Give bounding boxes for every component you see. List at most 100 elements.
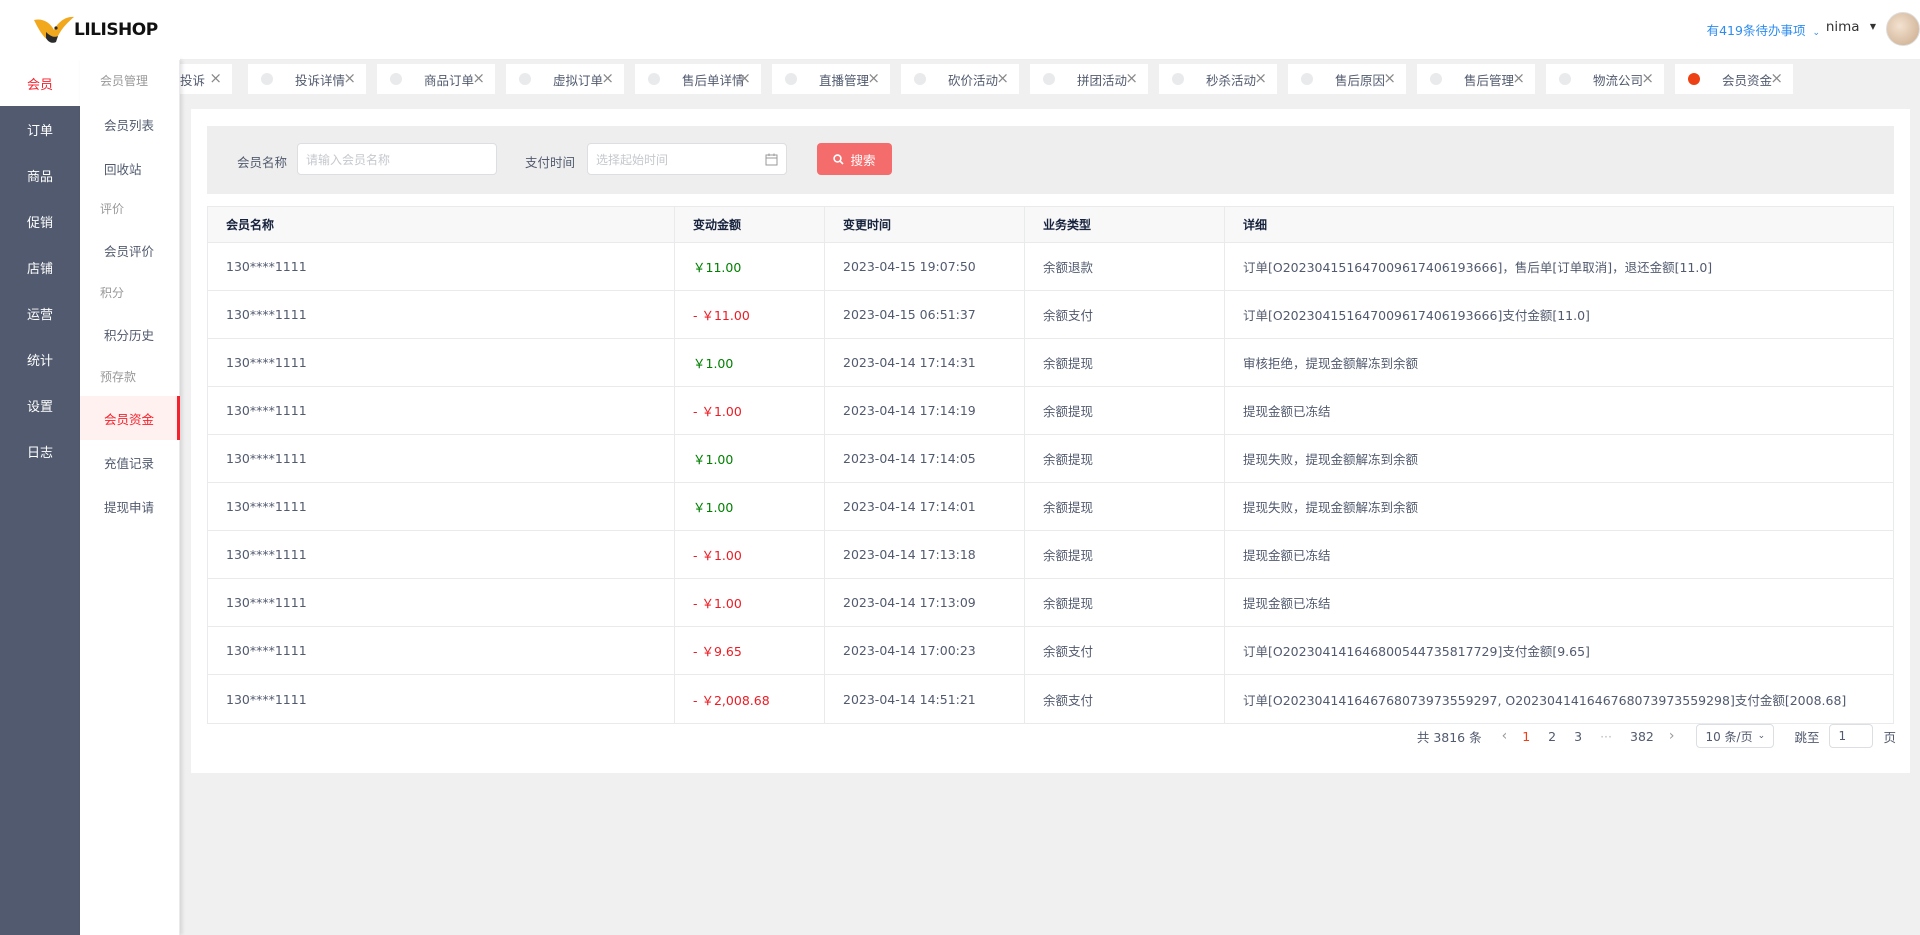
next-page-icon[interactable]: ›	[1669, 728, 1675, 744]
tab-label: 秒杀活动	[1206, 72, 1257, 88]
user-menu[interactable]: nima ▼	[1826, 19, 1876, 35]
amount-value: - ￥9.65	[693, 644, 742, 659]
cell-amount: ￥11.00	[675, 243, 825, 290]
search-button[interactable]: 搜索	[817, 143, 892, 175]
tab-live-management[interactable]: 直播管理 ×	[772, 64, 890, 94]
close-icon[interactable]: ×	[601, 70, 614, 86]
tab-aftersale-management[interactable]: 售后管理 ×	[1417, 64, 1535, 94]
cell-type: 余额提现	[1025, 531, 1225, 578]
tab-label: 砍价活动	[948, 72, 999, 88]
cell-type: 余额提现	[1025, 435, 1225, 482]
close-icon[interactable]: ×	[1512, 70, 1525, 86]
nav-item-statistics[interactable]: 统计	[0, 336, 80, 382]
cell-member: 130****1111	[208, 243, 675, 290]
cell-detail: 提现失败，提现金额解冻到余额	[1243, 500, 1419, 515]
column-header-time: 变更时间	[825, 207, 1025, 242]
cell-amount: - ￥1.00	[675, 531, 825, 578]
pagination: 共 3816 条 ‹ 1 2 3 ··· 382 › 10 条/页 ⌄ 跳至 1…	[1417, 724, 1896, 748]
table-row: 130****1111 - ￥11.00 2023-04-15 06:51:37 余额…	[208, 291, 1893, 339]
close-icon[interactable]: ×	[209, 70, 222, 86]
logo-text: LILISHOP	[74, 20, 158, 40]
submenu-item-points-history[interactable]: 积分历史	[80, 312, 180, 356]
tab-aftersale-detail[interactable]: 售后单详情 ×	[635, 64, 761, 94]
close-icon[interactable]: ×	[1770, 70, 1783, 86]
nav-item-goods[interactable]: 商品	[0, 152, 80, 198]
tab-member-funds[interactable]: 会员资金 ×	[1675, 64, 1793, 94]
bird-logo-icon	[34, 16, 74, 43]
tab-status-dot	[914, 73, 926, 85]
cell-type: 余额支付	[1025, 627, 1225, 674]
table-header: 会员名称 变动金额 变更时间 业务类型 详细	[208, 207, 1893, 243]
submenu-item-member-funds[interactable]: 会员资金	[80, 396, 180, 440]
page-item-3[interactable]: 3	[1574, 729, 1582, 744]
tab-label: 物流公司	[1593, 72, 1644, 88]
pay-time-picker[interactable]: 选择起始时间	[587, 143, 787, 175]
prev-page-icon[interactable]: ‹	[1502, 728, 1508, 744]
close-icon[interactable]: ×	[1125, 70, 1138, 86]
table-row: 130****1111 - ￥2,008.68 2023-04-14 14:51:2…	[208, 675, 1893, 723]
todo-link[interactable]: 有419条待办事项 ⌄	[1707, 20, 1820, 39]
cell-detail: 订单[O202304141646768073973559297, O202304…	[1243, 692, 1847, 708]
page-size-select[interactable]: 10 条/页 ⌄	[1696, 724, 1775, 748]
cell-amount: - ￥2,008.68	[675, 675, 825, 723]
table-row: 130****1111 ￥1.00 2023-04-14 17:14:05 余额提现 提…	[208, 435, 1893, 483]
close-icon[interactable]: ×	[867, 70, 880, 86]
page-item-2[interactable]: 2	[1548, 729, 1556, 744]
tab-goods-order[interactable]: 商品订单 ×	[377, 64, 495, 94]
tab-status-dot	[648, 73, 660, 85]
close-icon[interactable]: ×	[738, 70, 751, 86]
close-icon[interactable]: ×	[996, 70, 1009, 86]
nav-item-operation[interactable]: 运营	[0, 290, 80, 336]
submenu-item-member-list[interactable]: 会员列表	[80, 102, 180, 146]
tab-group-activity[interactable]: 拼团活动 ×	[1030, 64, 1148, 94]
tab-seckill-activity[interactable]: 秒杀活动 ×	[1159, 64, 1277, 94]
tab-label: 投诉详情	[295, 72, 346, 88]
tab-virtual-order[interactable]: 虚拟订单 ×	[506, 64, 624, 94]
close-icon[interactable]: ×	[1383, 70, 1396, 86]
cell-member: 130****1111	[208, 627, 675, 674]
chevron-down-icon: ⌄	[1757, 731, 1766, 741]
tab-bargain-activity[interactable]: 砍价活动 ×	[901, 64, 1019, 94]
tab-logistics-company[interactable]: 物流公司 ×	[1546, 64, 1664, 94]
nav-item-logs[interactable]: 日志	[0, 428, 80, 474]
cell-detail: 订单[O202304151647009617406193666]支付金额[11.…	[1243, 308, 1590, 323]
page-item-last[interactable]: 382	[1630, 729, 1654, 744]
table-row: 130****1111 ￥1.00 2023-04-14 17:14:31 余额提现 审…	[208, 339, 1893, 387]
avatar[interactable]	[1886, 12, 1920, 46]
tab-complaint[interactable]: 投诉 ×	[180, 64, 232, 94]
close-icon[interactable]: ×	[472, 70, 485, 86]
nav-item-order[interactable]: 订单	[0, 106, 80, 152]
page-ellipsis[interactable]: ···	[1600, 729, 1612, 744]
tab-status-dot	[1430, 73, 1442, 85]
tabs-bar: 投诉 × 投诉详情 × 商品订单 × 虚拟订单 × 售后单详情 × 直播管理 ×…	[180, 60, 1920, 100]
nav-item-member[interactable]: 会员	[0, 60, 80, 106]
submenu-item-member-review[interactable]: 会员评价	[80, 228, 180, 272]
caret-down-icon: ▼	[1869, 22, 1876, 31]
tab-label: 商品订单	[424, 72, 475, 88]
cell-amount: ￥1.00	[675, 339, 825, 386]
member-name-input[interactable]: 请输入会员名称	[297, 143, 497, 175]
close-icon[interactable]: ×	[343, 70, 356, 86]
logo[interactable]: LILISHOP	[0, 0, 180, 60]
total-count: 共 3816 条	[1416, 729, 1482, 745]
tab-label: 售后原因	[1335, 72, 1386, 88]
nav-item-promotion[interactable]: 促销	[0, 198, 80, 244]
tab-complaint-detail[interactable]: 投诉详情 ×	[248, 64, 366, 94]
cell-member: 130****1111	[208, 483, 675, 530]
tab-aftersale-reason[interactable]: 售后原因 ×	[1288, 64, 1406, 94]
cell-time: 2023-04-15 06:51:37	[825, 291, 1025, 338]
cell-detail: 提现失败，提现金额解冻到余额	[1243, 452, 1419, 467]
submenu-item-recycle-bin[interactable]: 回收站	[80, 146, 180, 190]
submenu-item-withdraw-apply[interactable]: 提现申请	[80, 484, 180, 528]
submenu-group-member-management: 会员管理	[100, 74, 149, 88]
page-item-1[interactable]: 1	[1522, 729, 1530, 744]
jump-page-value: 1	[1838, 729, 1847, 743]
submenu-item-recharge-records[interactable]: 充值记录	[80, 440, 180, 484]
close-icon[interactable]: ×	[1254, 70, 1267, 86]
nav-item-store[interactable]: 店铺	[0, 244, 80, 290]
cell-member: 130****1111	[208, 435, 675, 482]
submenu-group-deposit: 预存款	[100, 370, 137, 384]
jump-page-input[interactable]: 1	[1829, 724, 1874, 748]
nav-item-settings[interactable]: 设置	[0, 382, 80, 428]
close-icon[interactable]: ×	[1641, 70, 1654, 86]
